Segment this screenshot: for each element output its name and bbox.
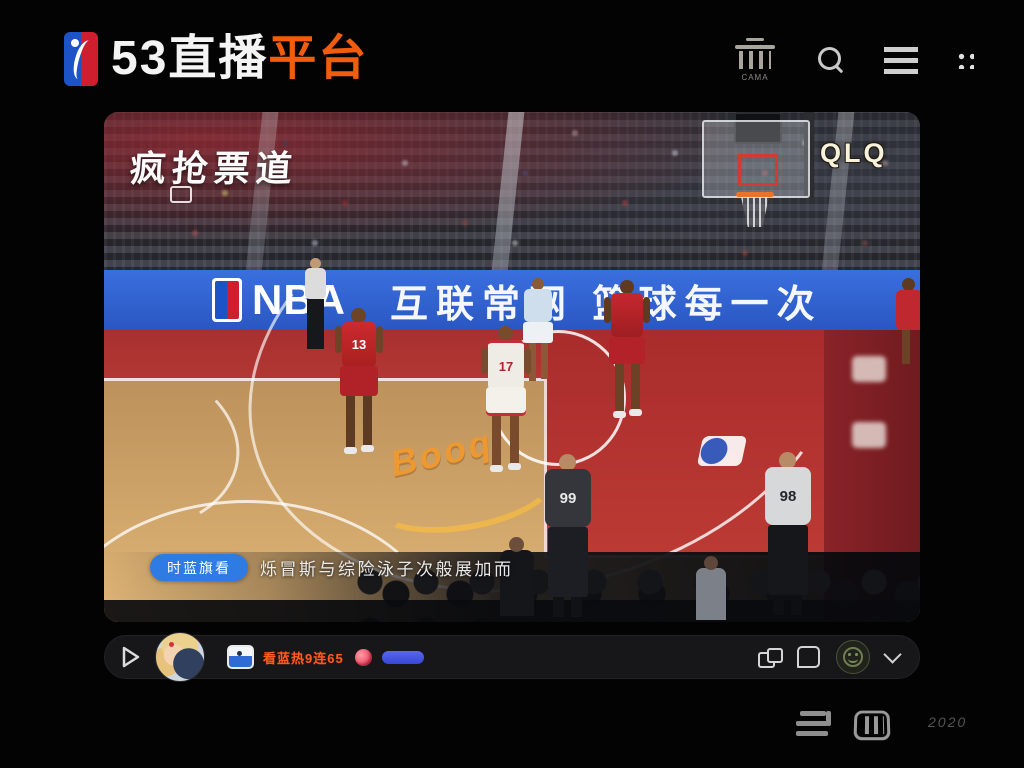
play-icon[interactable]	[121, 646, 141, 668]
playlist-icon[interactable]	[794, 710, 832, 740]
search-icon[interactable]	[816, 45, 846, 75]
player-shorts	[609, 337, 645, 364]
page-title: 53直播平台	[111, 35, 368, 83]
player-leg	[492, 416, 501, 466]
player-jersey	[611, 293, 643, 337]
arena-icon[interactable]: CAMA	[732, 38, 778, 82]
tv-badge-icon	[227, 645, 254, 669]
player-leg	[773, 595, 784, 615]
player-leg	[510, 416, 519, 464]
court-nba-patch	[697, 436, 747, 466]
playlist-bar	[796, 721, 828, 726]
playlist-bar	[796, 731, 828, 736]
caption-badge[interactable]: 时蓝旗看	[150, 554, 248, 581]
jersey-number: 13	[352, 337, 366, 352]
caption-overlay: 时蓝旗看 烁冒斯与综险泳子次般展加而	[150, 554, 514, 581]
player-jersey	[524, 289, 552, 322]
player-head	[620, 280, 634, 294]
emoji-icon[interactable]	[836, 640, 870, 674]
emoji-face	[843, 647, 863, 667]
playlist-bar	[800, 711, 826, 716]
player-shirt	[305, 268, 326, 299]
comment-icon[interactable]	[797, 646, 820, 668]
courtside-person	[696, 568, 726, 620]
jersey-number: 17	[499, 359, 513, 374]
player-shorts	[523, 322, 553, 343]
referee-shirt: 99	[545, 469, 591, 527]
stream-watermark: 疯抢票道	[128, 140, 300, 192]
player-leg	[553, 597, 564, 617]
official-shirt: 98	[765, 467, 811, 525]
player-leg	[571, 597, 582, 617]
jersey-number: 98	[780, 488, 797, 505]
broadcaster-watermark: QLQ	[820, 138, 888, 169]
title-white: 53直播	[111, 32, 268, 85]
player-jersey: 13	[342, 322, 376, 367]
caption-text: 烁冒斯与综险泳子次般展加而	[260, 555, 514, 580]
arena-roof-peak	[746, 38, 764, 41]
user-avatar[interactable]	[155, 632, 205, 682]
app-window: 53直播平台 CAMA NBA 互联常网 篮球每一次	[0, 0, 1024, 768]
level-badge	[382, 651, 424, 664]
chat-bar[interactable]: 看蓝热9连65	[104, 635, 920, 679]
berry-emote-icon	[355, 649, 372, 666]
arena-caption: CAMA	[732, 73, 778, 82]
player-leg	[363, 396, 372, 446]
player-leg	[615, 364, 624, 412]
arena-roof	[735, 45, 775, 49]
player-head	[351, 308, 366, 323]
menu-icon[interactable]	[884, 47, 918, 74]
player-leg	[541, 343, 548, 379]
banner-nba-logo	[212, 278, 242, 322]
player-jersey	[896, 290, 920, 330]
player-shorts	[486, 387, 526, 416]
official-pants	[768, 525, 808, 595]
player-head	[498, 326, 513, 341]
title-orange: 平台	[268, 32, 368, 85]
player-jersey: 17	[488, 340, 524, 390]
jersey-number: 99	[560, 490, 577, 507]
video-player[interactable]: NBA 互联常网 篮球每一次 Booq 13	[104, 112, 920, 622]
backboard-square	[738, 154, 778, 186]
year-label: 2020	[928, 714, 967, 730]
watermark-tv-icon	[170, 186, 192, 203]
chat-message-user: 看蓝热9连65	[263, 648, 344, 667]
header-brand[interactable]: 53直播平台	[64, 30, 368, 88]
player-pants	[307, 299, 324, 349]
nba-logo	[64, 32, 98, 86]
crowd-speckles	[104, 112, 106, 114]
player-leg	[791, 595, 802, 615]
cast-icon[interactable]	[758, 648, 781, 666]
chevron-down-icon[interactable]	[883, 645, 901, 663]
tv-grid-icon[interactable]	[853, 711, 890, 741]
player-shorts	[340, 366, 378, 396]
tv-grid-stripes	[860, 716, 884, 734]
player-leg	[346, 396, 355, 448]
referee-pants	[548, 527, 588, 597]
grid-dots-icon[interactable]	[956, 51, 974, 69]
player-leg	[631, 364, 640, 410]
arena-columns	[739, 51, 771, 69]
header-nav: CAMA	[732, 32, 974, 88]
player-leg	[902, 330, 910, 364]
